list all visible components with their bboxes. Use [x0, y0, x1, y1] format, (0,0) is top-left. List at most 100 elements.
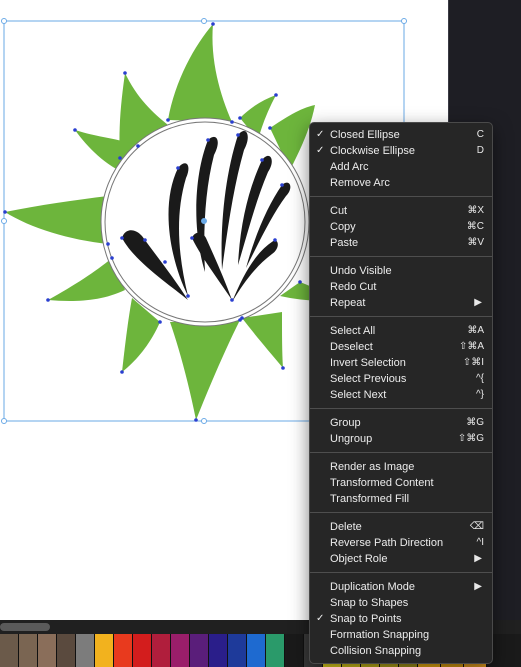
menu-item-shortcut: ⌘C — [466, 221, 484, 232]
menu-item-formation-snapping[interactable]: Formation Snapping — [310, 627, 492, 643]
palette-swatch[interactable] — [247, 634, 266, 667]
menu-item-shortcut: C — [476, 129, 484, 140]
menu-item-label: Deselect — [330, 341, 373, 353]
menu-item-duplication-mode[interactable]: Duplication Mode ▶ — [310, 579, 492, 595]
menu-item-add-arc[interactable]: Add Arc — [310, 159, 492, 175]
menu-item-label: Closed Ellipse — [330, 129, 400, 141]
menu-item-label: Collision Snapping — [330, 645, 422, 657]
menu-item-label: Object Role — [330, 553, 388, 565]
menu-item-label: Transformed Fill — [330, 493, 410, 505]
menu-item-delete[interactable]: Delete ⌫ — [310, 519, 492, 535]
scrollbar-thumb[interactable] — [0, 623, 50, 631]
ray-bottom — [170, 320, 240, 420]
menu-separator — [310, 256, 492, 257]
menu-separator — [310, 408, 492, 409]
handle-center — [201, 218, 207, 224]
handle-bottom-left — [1, 418, 7, 424]
menu-item-select-next[interactable]: Select Next ^} — [310, 387, 492, 403]
menu-item-label: Repeat — [330, 297, 366, 309]
palette-swatch[interactable] — [57, 634, 76, 667]
menu-item-remove-arc[interactable]: Remove Arc — [310, 175, 492, 191]
handle-top-mid — [201, 18, 207, 24]
menu-item-ungroup[interactable]: Ungroup ⇧⌘G — [310, 431, 492, 447]
menu-item-label: Paste — [330, 237, 359, 249]
menu-item-label: Snap to Shapes — [330, 597, 409, 609]
context-menu: ✓ Closed Ellipse C ✓ Clockwise Ellipse D Add A… — [309, 122, 493, 664]
palette-swatch[interactable] — [95, 634, 114, 667]
ray-left — [5, 196, 108, 244]
menu-item-label: Duplication Mode — [330, 581, 415, 593]
menu-item-object-role[interactable]: Object Role ▶ — [310, 551, 492, 567]
menu-item-transformed-fill[interactable]: Transformed Fill — [310, 491, 492, 507]
menu-item-shortcut: ⇧⌘I — [462, 357, 484, 368]
menu-item-label: Select Previous — [330, 373, 407, 385]
menu-item-label: Formation Snapping — [330, 629, 430, 641]
menu-separator — [310, 452, 492, 453]
menu-item-shortcut: ⌘V — [467, 237, 484, 248]
menu-separator — [310, 316, 492, 317]
palette-swatch[interactable] — [114, 634, 133, 667]
palette-swatch[interactable] — [190, 634, 209, 667]
menu-item-paste[interactable]: Paste ⌘V — [310, 235, 492, 251]
menu-item-label: Remove Arc — [330, 177, 390, 189]
menu-item-collision-snapping[interactable]: Collision Snapping — [310, 643, 492, 659]
menu-item-label: Cut — [330, 205, 348, 217]
menu-item-label: Transformed Content — [330, 477, 434, 489]
palette-swatch[interactable] — [19, 634, 38, 667]
menu-item-closed-ellipse[interactable]: ✓ Closed Ellipse C — [310, 127, 492, 143]
submenu-arrow-icon: ▶ — [474, 581, 482, 592]
menu-item-shortcut: ⌘A — [467, 325, 484, 336]
menu-item-label: Copy — [330, 221, 356, 233]
menu-item-shortcut: ⇧⌘A — [458, 341, 484, 352]
menu-item-repeat[interactable]: Repeat ▶ — [310, 295, 492, 311]
menu-item-label: Select Next — [330, 389, 387, 401]
palette-swatch[interactable] — [152, 634, 171, 667]
submenu-arrow-icon: ▶ — [474, 297, 482, 308]
palette-swatch[interactable] — [76, 634, 95, 667]
menu-item-shortcut: ^} — [475, 389, 484, 400]
menu-item-snap-to-shapes[interactable]: Snap to Shapes — [310, 595, 492, 611]
palette-swatch[interactable] — [266, 634, 285, 667]
menu-item-label: Ungroup — [330, 433, 373, 445]
menu-item-transformed-content[interactable]: Transformed Content — [310, 475, 492, 491]
menu-separator — [310, 196, 492, 197]
menu-item-select-previous[interactable]: Select Previous ^{ — [310, 371, 492, 387]
menu-separator — [310, 572, 492, 573]
menu-item-deselect[interactable]: Deselect ⇧⌘A — [310, 339, 492, 355]
menu-item-group[interactable]: Group ⌘G — [310, 415, 492, 431]
handle-top-left — [1, 18, 7, 24]
palette-swatch[interactable] — [38, 634, 57, 667]
palette-swatch[interactable] — [0, 634, 19, 667]
menu-item-redo-cut[interactable]: Redo Cut — [310, 279, 492, 295]
menu-item-label: Reverse Path Direction — [330, 537, 444, 549]
menu-item-shortcut: ⇧⌘G — [457, 433, 484, 444]
menu-item-label: Undo Visible — [330, 265, 392, 277]
menu-item-invert-selection[interactable]: Invert Selection ⇧⌘I — [310, 355, 492, 371]
menu-item-shortcut: ^{ — [475, 373, 484, 384]
menu-item-shortcut: ⌘X — [467, 205, 484, 216]
menu-item-undo-visible[interactable]: Undo Visible — [310, 263, 492, 279]
checkmark-icon: ✓ — [316, 613, 325, 624]
menu-item-label: Snap to Points — [330, 613, 402, 625]
palette-swatch[interactable] — [228, 634, 247, 667]
menu-item-render-as-image[interactable]: Render as Image — [310, 459, 492, 475]
menu-item-label: Delete — [330, 521, 362, 533]
menu-item-copy[interactable]: Copy ⌘C — [310, 219, 492, 235]
menu-item-select-all[interactable]: Select All ⌘A — [310, 323, 492, 339]
ray-bottom-right — [242, 312, 283, 368]
palette-swatch[interactable] — [285, 634, 304, 667]
menu-item-label: Clockwise Ellipse — [330, 145, 415, 157]
menu-item-clockwise-ellipse[interactable]: ✓ Clockwise Ellipse D — [310, 143, 492, 159]
palette-swatch[interactable] — [209, 634, 228, 667]
handle-top-right — [401, 18, 407, 24]
menu-item-label: Select All — [330, 325, 376, 337]
menu-item-shortcut: ⌫ — [469, 521, 484, 532]
checkmark-icon: ✓ — [316, 129, 325, 140]
handle-bottom-mid — [201, 418, 207, 424]
palette-swatch[interactable] — [133, 634, 152, 667]
menu-item-label: Render as Image — [330, 461, 415, 473]
menu-item-snap-to-points[interactable]: ✓ Snap to Points — [310, 611, 492, 627]
palette-swatch[interactable] — [171, 634, 190, 667]
menu-item-cut[interactable]: Cut ⌘X — [310, 203, 492, 219]
menu-item-reverse-path-direction[interactable]: Reverse Path Direction ^I — [310, 535, 492, 551]
